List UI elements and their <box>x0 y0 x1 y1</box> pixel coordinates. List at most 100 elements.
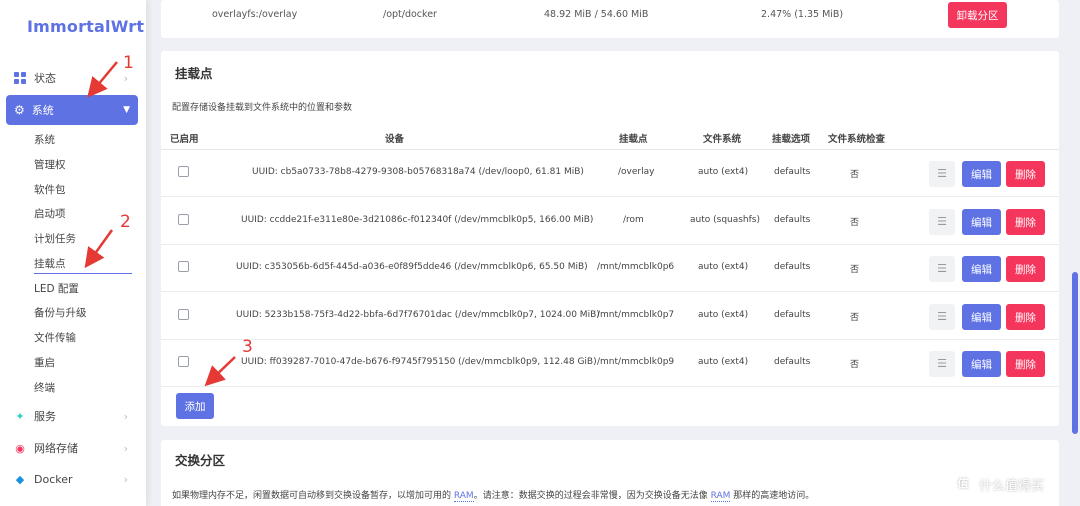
delete-button[interactable]: 删除 <box>1006 209 1045 235</box>
sidebar-item-label: 系统 <box>31 104 54 117</box>
device-cell: UUID: 5233b158-75f3-4d22-bbfa-6d7f76701d… <box>236 310 600 320</box>
filesystem-cell: auto (ext4) <box>698 310 749 320</box>
edit-button[interactable]: 编辑 <box>962 256 1001 282</box>
sidebar-item-label: Docker <box>34 472 73 486</box>
services-icon: ✦ <box>15 409 25 423</box>
mountpoint-cell: /rom <box>623 215 644 225</box>
sidebar: ImmortalWrt 状态 › ⚙ 系统 ▼ 系统 管理权 软件包 启动项 计… <box>0 0 146 506</box>
delete-button[interactable]: 删除 <box>1006 161 1045 187</box>
edit-button[interactable]: 编辑 <box>962 351 1001 377</box>
fscheck-cell: 否 <box>850 170 860 180</box>
table-row: UUID: 5233b158-75f3-4d22-bbfa-6d7f76701d… <box>161 293 1059 340</box>
brand-logo[interactable]: ImmortalWrt <box>27 17 144 36</box>
section-title: 挂载点 <box>175 66 213 81</box>
chevron-right-icon: › <box>123 472 128 486</box>
dashboard-icon <box>14 72 26 84</box>
ram-abbr: RAM <box>710 491 731 502</box>
sidebar-sub-crontab[interactable]: 计划任务 <box>34 231 76 246</box>
add-mount-button[interactable]: 添加 <box>176 393 214 419</box>
mountpoint-cell: /mnt/mmcblk0p7 <box>597 310 675 320</box>
sidebar-sub-mounts[interactable]: 挂载点 <box>34 256 132 274</box>
ram-abbr: RAM <box>453 491 474 502</box>
filesystem-cell: auto (squashfs) <box>690 215 761 225</box>
edit-button[interactable]: 编辑 <box>962 209 1001 235</box>
drag-handle-icon[interactable]: ☰ <box>929 161 955 187</box>
filesystem-cell: auto (ext4) <box>698 357 749 367</box>
column-header-filesystem: 文件系统 <box>703 134 742 145</box>
mountpoint-cell: /mnt/mmcblk0p6 <box>597 262 675 272</box>
annotation-number-3: 3 <box>242 337 253 357</box>
scrollbar-thumb[interactable] <box>1072 272 1078 434</box>
section-description: 配置存储设备挂载到文件系统中的位置和参数 <box>172 103 353 113</box>
drag-handle-icon[interactable]: ☰ <box>929 351 955 377</box>
sidebar-item-services[interactable]: ✦ 服务 › <box>0 404 146 428</box>
gear-icon: ⚙ <box>14 103 25 117</box>
table-row: UUID: cb5a0733-78b8-4279-9308-b05768318a… <box>161 150 1059 197</box>
sidebar-sub-backup[interactable]: 备份与升级 <box>34 305 87 320</box>
sidebar-sub-system[interactable]: 系统 <box>34 132 55 147</box>
enabled-checkbox[interactable] <box>178 356 189 367</box>
sidebar-sub-reboot[interactable]: 重启 <box>34 355 55 370</box>
enabled-checkbox[interactable] <box>178 214 189 225</box>
options-cell: defaults <box>774 357 811 367</box>
annotation-number-1: 1 <box>123 53 134 73</box>
unmount-button[interactable]: 卸载分区 <box>948 2 1007 28</box>
options-cell: defaults <box>774 215 811 225</box>
delete-button[interactable]: 删除 <box>1006 351 1045 377</box>
enabled-checkbox[interactable] <box>178 261 189 272</box>
sidebar-item-docker[interactable]: ◆ Docker › <box>0 467 146 491</box>
reserved-cell: 2.47% (1.35 MiB) <box>761 9 844 20</box>
filesystem-cell: overlayfs:/overlay <box>212 9 298 20</box>
watermark-logo-icon: 值 <box>953 474 973 494</box>
edit-button[interactable]: 编辑 <box>962 304 1001 330</box>
enabled-checkbox[interactable] <box>178 166 189 177</box>
annotation-number-2: 2 <box>120 212 131 232</box>
sidebar-item-label: 服务 <box>34 410 56 423</box>
swap-desc-text: 。请注意：数据交换的过程会非常慢，因为交换设备无法像 <box>473 491 711 501</box>
drag-handle-icon[interactable]: ☰ <box>929 304 955 330</box>
sidebar-sub-startup[interactable]: 启动项 <box>34 206 66 221</box>
filesystem-cell: auto (ext4) <box>698 167 749 177</box>
filesystem-cell: auto (ext4) <box>698 262 749 272</box>
mount-points-section: 挂载点 配置存储设备挂载到文件系统中的位置和参数 已启用 设备 挂载点 文件系统… <box>161 51 1059 426</box>
swap-desc-text: 那样的高速地访问。 <box>730 491 815 501</box>
device-cell: UUID: ff039287-7010-47de-b676-f9745f7951… <box>241 357 597 367</box>
fscheck-cell: 否 <box>850 218 860 228</box>
sidebar-sub-admin[interactable]: 管理权 <box>34 157 66 172</box>
options-cell: defaults <box>774 167 811 177</box>
mountpoint-cell: /overlay <box>618 167 655 177</box>
column-header-options: 挂载选项 <box>772 134 811 145</box>
column-header-enabled: 已启用 <box>170 134 199 145</box>
column-header-fscheck: 文件系统检查 <box>828 134 886 145</box>
edit-button[interactable]: 编辑 <box>962 161 1001 187</box>
mount-cell: /opt/docker <box>383 9 437 20</box>
device-cell: UUID: c353056b-6d5f-445d-a036-e0f89f5dde… <box>236 262 588 272</box>
fscheck-cell: 否 <box>850 265 860 275</box>
drag-handle-icon[interactable]: ☰ <box>929 209 955 235</box>
enabled-checkbox[interactable] <box>178 309 189 320</box>
sidebar-sub-led[interactable]: LED 配置 <box>34 281 79 296</box>
table-row: UUID: ccdde21f-e311e80e-3d21086c-f012340… <box>161 198 1059 245</box>
chevron-right-icon: › <box>123 71 128 85</box>
fscheck-cell: 否 <box>850 313 860 323</box>
sidebar-sub-filetransfer[interactable]: 文件传输 <box>34 330 76 345</box>
sidebar-sub-terminal[interactable]: 终端 <box>34 380 55 395</box>
delete-button[interactable]: 删除 <box>1006 256 1045 282</box>
sidebar-sub-packages[interactable]: 软件包 <box>34 182 66 197</box>
delete-button[interactable]: 删除 <box>1006 304 1045 330</box>
database-icon: ◉ <box>15 441 25 455</box>
chevron-right-icon: › <box>123 441 128 455</box>
usage-cell: 48.92 MiB / 54.60 MiB <box>544 9 649 20</box>
table-row: UUID: c353056b-6d5f-445d-a036-e0f89f5dde… <box>161 245 1059 292</box>
sidebar-item-system[interactable]: ⚙ 系统 ▼ <box>6 95 138 125</box>
chevron-right-icon: › <box>123 409 128 423</box>
docker-icon: ◆ <box>15 472 25 486</box>
section-title: 交换分区 <box>175 453 226 468</box>
sidebar-item-nas[interactable]: ◉ 网络存储 › <box>0 436 146 460</box>
mountpoint-cell: /mnt/mmcblk0p9 <box>597 357 675 367</box>
fscheck-cell: 否 <box>850 360 860 370</box>
device-cell: UUID: ccdde21f-e311e80e-3d21086c-f012340… <box>241 215 594 225</box>
column-header-device: 设备 <box>385 134 405 145</box>
drag-handle-icon[interactable]: ☰ <box>929 256 955 282</box>
section-description: 如果物理内存不足，闲置数据可自动移到交换设备暂存，以增加可用的 RAM。请注意：… <box>172 488 815 502</box>
